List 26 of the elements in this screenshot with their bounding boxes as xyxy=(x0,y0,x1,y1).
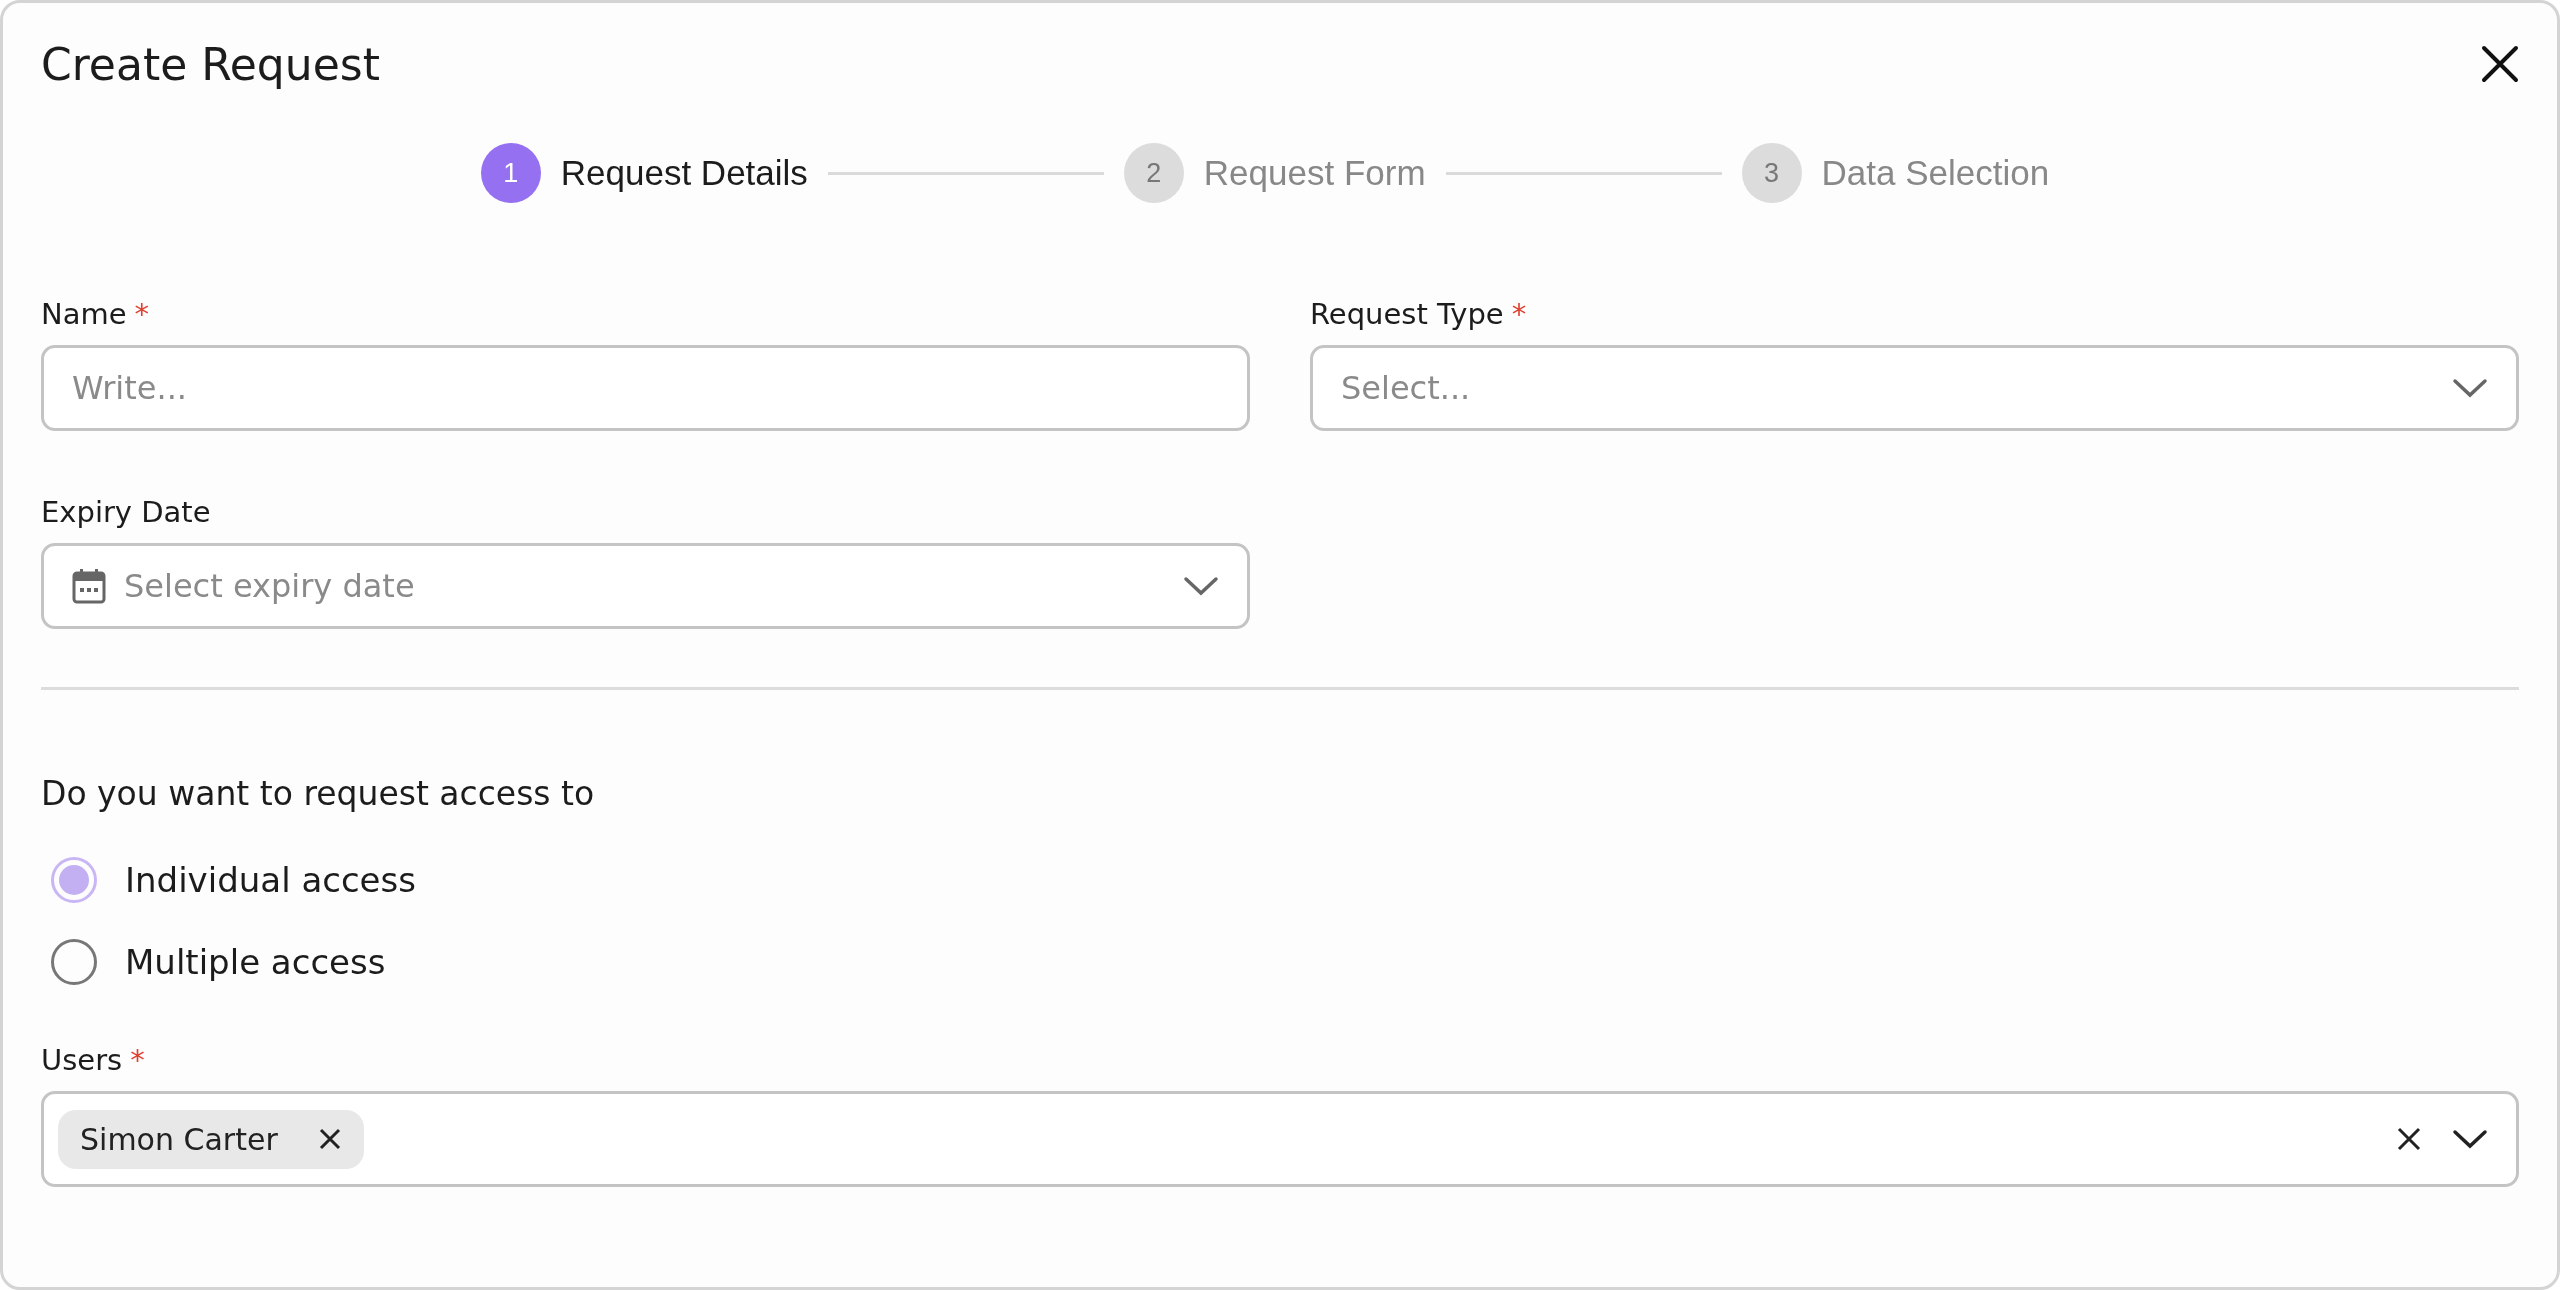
stepper-step: 3 Data Selection xyxy=(1741,143,2050,203)
field-label: Expiry Date xyxy=(41,495,211,529)
radio-button[interactable] xyxy=(51,939,97,985)
field-label: Name xyxy=(41,297,127,331)
required-marker: * xyxy=(1511,297,1527,331)
remove-icon[interactable] xyxy=(317,1127,342,1151)
dialog-title: Create Request xyxy=(41,38,380,90)
required-marker: * xyxy=(130,1043,145,1077)
radio-label[interactable]: Individual access xyxy=(125,860,416,900)
close-button[interactable] xyxy=(2481,45,2519,83)
radio-label[interactable]: Multiple access xyxy=(125,942,386,982)
question-text: Do you want to request access to xyxy=(41,774,596,813)
radio-button[interactable] xyxy=(51,857,97,903)
required-marker: * xyxy=(134,297,150,331)
users-multiselect[interactable]: Simon Carter xyxy=(41,1091,2519,1187)
field-label: Request Type xyxy=(1310,297,1504,331)
stepper-step: 2 Request Form xyxy=(1123,143,1426,203)
stepper-step: 1 Request Details xyxy=(480,143,808,203)
calendar-icon xyxy=(72,568,106,604)
chip-label: Simon Carter xyxy=(80,1121,278,1157)
chevron-down-icon[interactable] xyxy=(2452,1129,2488,1149)
field-label: Users xyxy=(41,1043,123,1077)
clear-icon[interactable] xyxy=(2396,1126,2422,1152)
chevron-down-icon xyxy=(1183,576,1219,596)
name-input[interactable]: Write... xyxy=(41,345,1250,431)
chevron-down-icon xyxy=(2452,378,2488,398)
